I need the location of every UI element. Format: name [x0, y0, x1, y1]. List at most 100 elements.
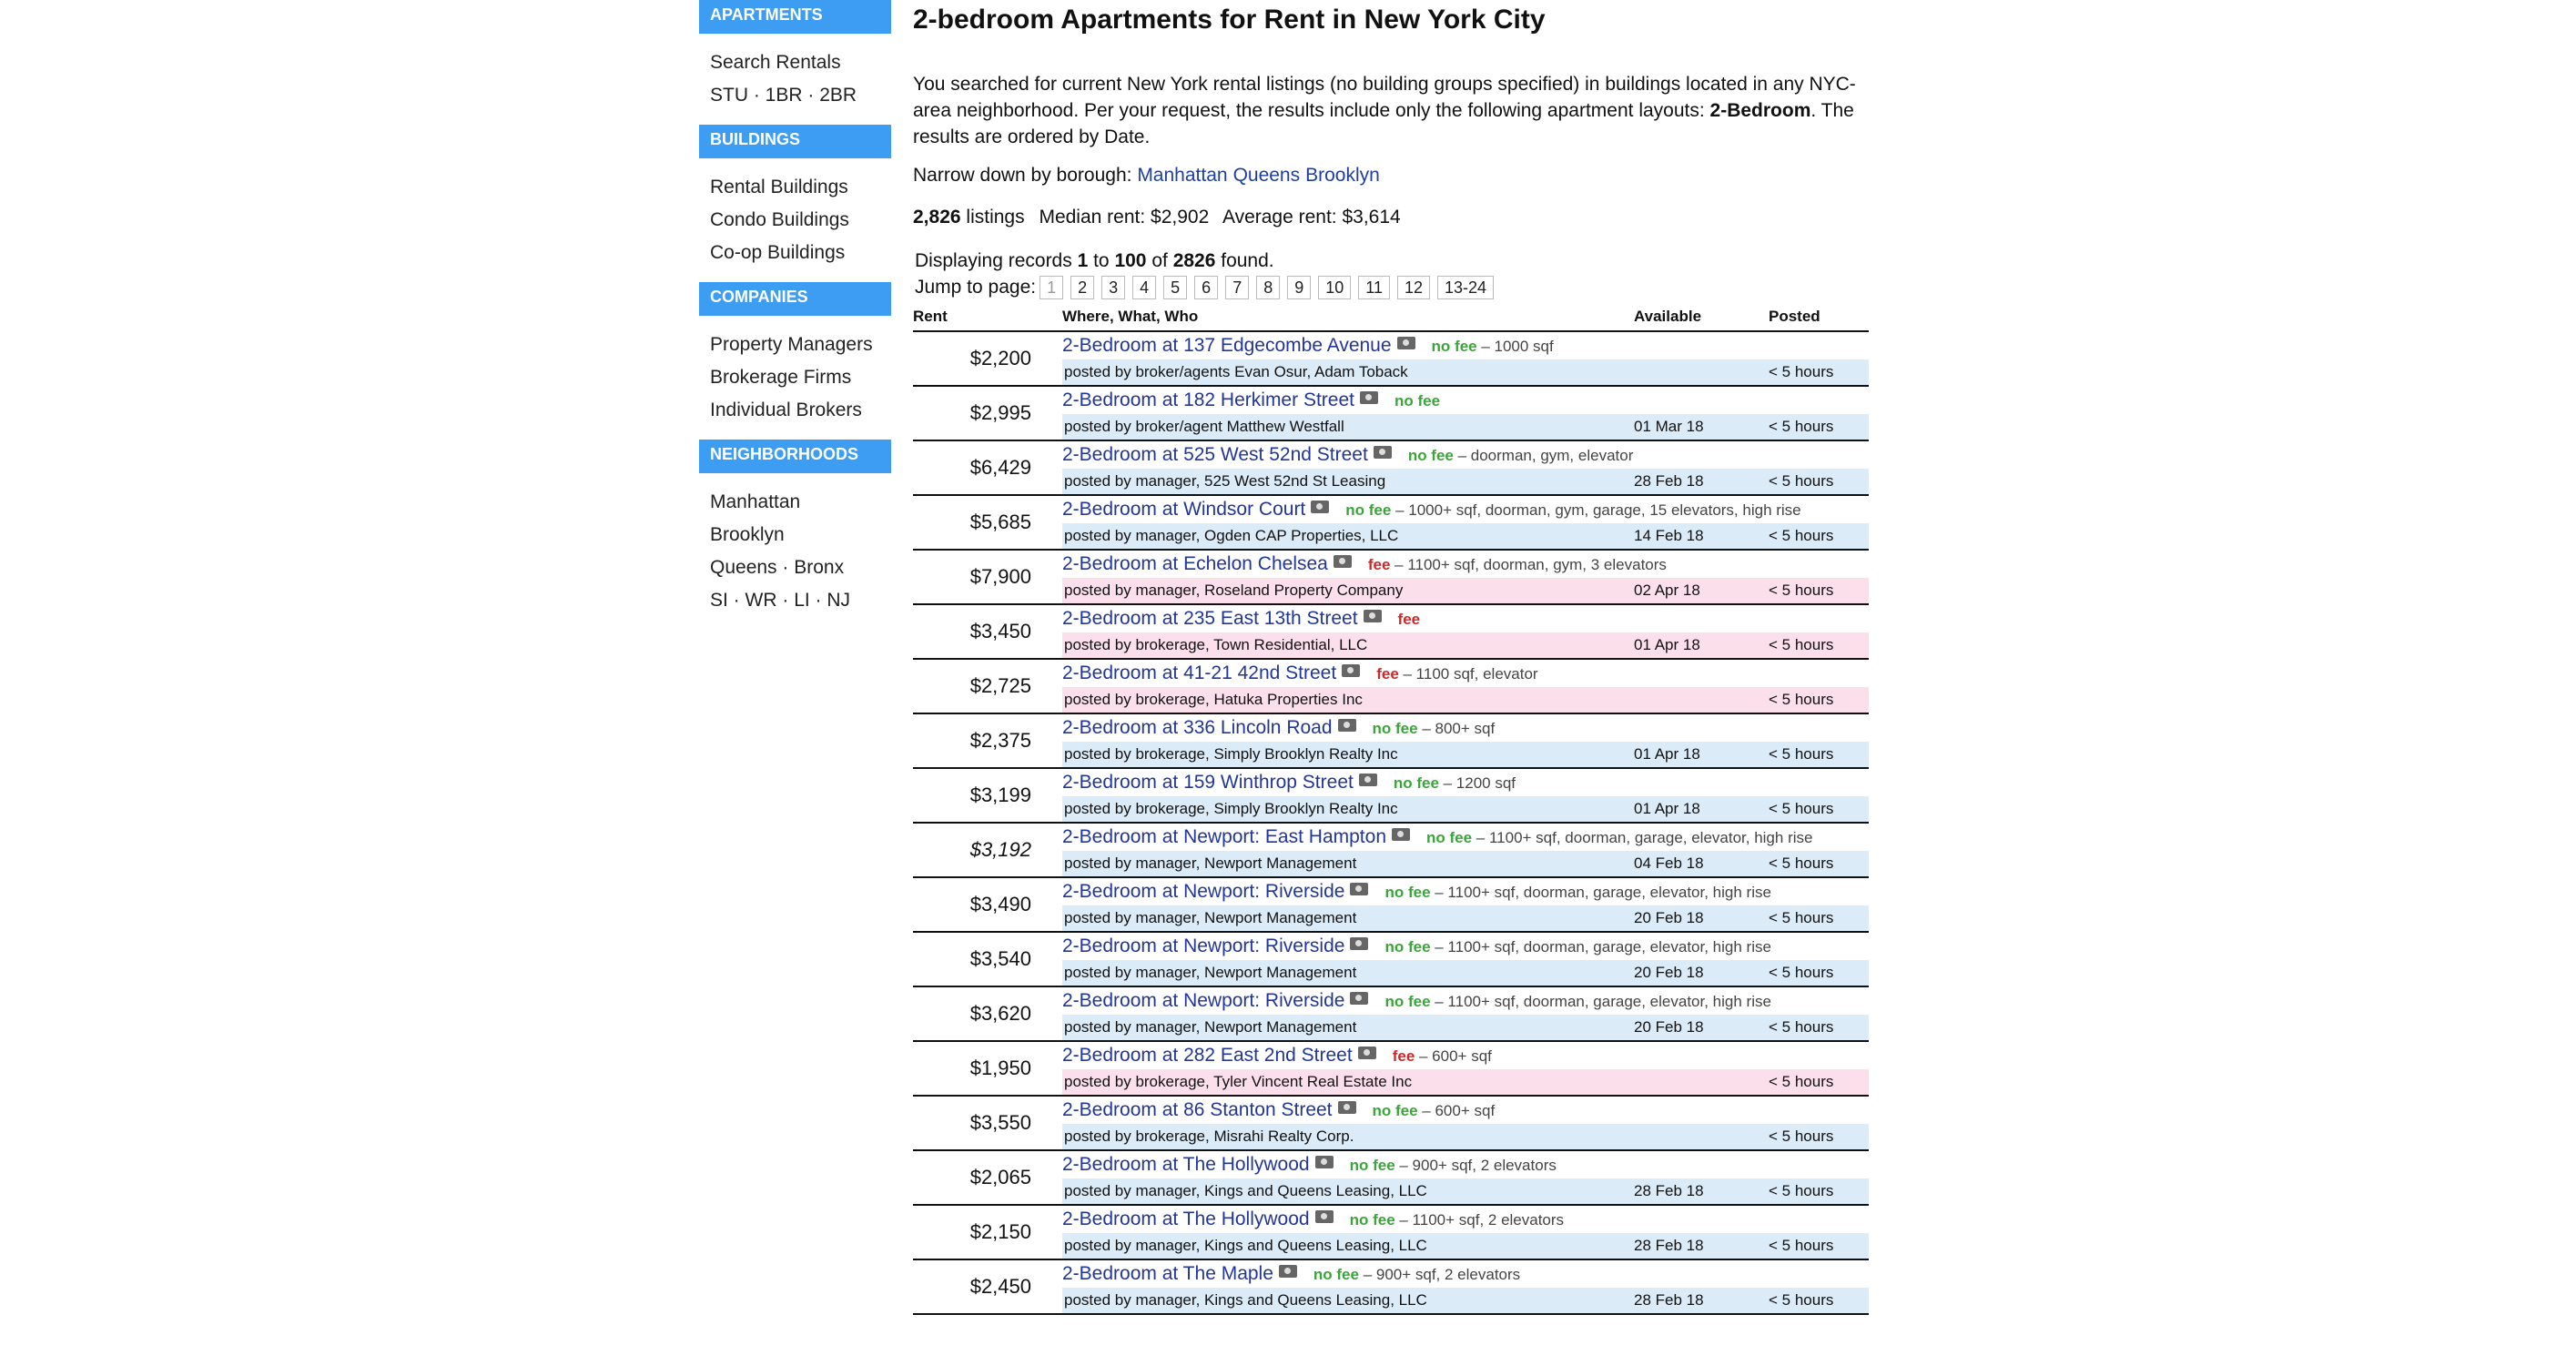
sidebar-link-1br[interactable]: 1BR: [766, 85, 803, 106]
camera-icon[interactable]: [1333, 555, 1352, 568]
page-button-8[interactable]: 8: [1256, 276, 1281, 299]
page-button-9[interactable]: 9: [1287, 276, 1312, 299]
listing-features: – 1100+ sqf, 2 elevators: [1394, 1211, 1565, 1229]
sidebar-line: Manhattan: [710, 486, 891, 519]
sidebar-link-nj[interactable]: NJ: [827, 590, 850, 611]
listing-posted: < 5 hours: [1769, 469, 1869, 495]
listing-link[interactable]: 2-Bedroom at 525 West 52nd Street: [1062, 444, 1368, 465]
page-button-6[interactable]: 6: [1194, 276, 1219, 299]
sidebar-link-individual-brokers[interactable]: Individual Brokers: [710, 399, 862, 420]
sidebar-link-brooklyn[interactable]: Brooklyn: [710, 524, 785, 545]
sidebar-link-brokerage-firms[interactable]: Brokerage Firms: [710, 367, 851, 388]
col-rent[interactable]: Rent: [913, 303, 1062, 332]
listing-row: $2,725 2-Bedroom at 41-21 42nd Street fee …: [913, 659, 1869, 697]
listing-link[interactable]: 2-Bedroom at 182 Herkimer Street: [1062, 389, 1354, 410]
page-button-12[interactable]: 12: [1396, 276, 1430, 299]
listing-link[interactable]: 2-Bedroom at 159 Winthrop Street: [1062, 772, 1354, 793]
page-button-11[interactable]: 11: [1358, 276, 1390, 299]
sidebar-link-co-op-buildings[interactable]: Co-op Buildings: [710, 242, 845, 263]
listing-link[interactable]: 2-Bedroom at The Maple: [1062, 1263, 1273, 1284]
listing-features: – 1100+ sqf, doorman, gym, 3 elevators: [1390, 556, 1667, 573]
page-button-2[interactable]: 2: [1070, 276, 1095, 299]
listing-posted: < 5 hours: [1769, 1288, 1869, 1314]
camera-icon[interactable]: [1314, 1210, 1334, 1223]
page-button-13-24[interactable]: 13-24: [1436, 276, 1495, 299]
sidebar-link-stu[interactable]: STU: [710, 85, 748, 106]
camera-icon[interactable]: [1314, 1156, 1334, 1168]
col-available[interactable]: Available: [1634, 303, 1769, 332]
camera-icon[interactable]: [1337, 719, 1356, 732]
camera-icon[interactable]: [1363, 610, 1382, 622]
camera-icon[interactable]: [1350, 992, 1369, 1005]
col-where[interactable]: Where, What, Who: [1062, 303, 1634, 332]
sidebar-link-search-rentals[interactable]: Search Rentals: [710, 52, 841, 73]
page-button-1[interactable]: 1: [1040, 276, 1064, 299]
borough-link-brooklyn[interactable]: Brooklyn: [1305, 165, 1380, 186]
listing-link[interactable]: 2-Bedroom at The Hollywood: [1062, 1154, 1310, 1175]
sidebar-link-condo-buildings[interactable]: Condo Buildings: [710, 209, 849, 230]
listing-link[interactable]: 2-Bedroom at Echelon Chelsea: [1062, 553, 1328, 574]
separator-dot: ·: [748, 85, 766, 106]
camera-icon[interactable]: [1278, 1265, 1297, 1278]
listing-link[interactable]: 2-Bedroom at Newport: Riverside: [1062, 881, 1344, 902]
separator-dot: ·: [776, 590, 795, 611]
listing-link[interactable]: 2-Bedroom at Newport: East Hampton: [1062, 826, 1386, 847]
sidebar-link-wr[interactable]: WR: [745, 590, 777, 611]
listing-link[interactable]: 2-Bedroom at 336 Lincoln Road: [1062, 717, 1333, 738]
camera-icon[interactable]: [1392, 828, 1410, 841]
camera-icon[interactable]: [1337, 1101, 1356, 1114]
page-title: 2-bedroom Apartments for Rent in New Yor…: [913, 5, 1546, 35]
col-posted[interactable]: Posted: [1769, 303, 1869, 332]
listing-features: – 1100+ sqf, doorman, garage, elevator, …: [1430, 938, 1771, 956]
sidebar-link-bronx[interactable]: Bronx: [794, 557, 844, 578]
camera-icon[interactable]: [1373, 446, 1392, 459]
page-button-7[interactable]: 7: [1225, 276, 1250, 299]
listing-link[interactable]: 2-Bedroom at Newport: Riverside: [1062, 990, 1344, 1011]
listing-link[interactable]: 2-Bedroom at 235 East 13th Street: [1062, 608, 1358, 629]
listing-rent: $2,065: [969, 1166, 1031, 1188]
sidebar-list: Manhattan Brooklyn Queens · Bronx SI · WR ·…: [699, 473, 891, 630]
separator-dot: ·: [727, 590, 745, 611]
camera-icon[interactable]: [1342, 664, 1361, 677]
page-button-5[interactable]: 5: [1163, 276, 1188, 299]
listing-link[interactable]: 2-Bedroom at 137 Edgecombe Avenue: [1062, 335, 1392, 356]
listing-link[interactable]: 2-Bedroom at Windsor Court: [1062, 499, 1305, 520]
sidebar-link-manhattan[interactable]: Manhattan: [710, 491, 800, 512]
listing-rent: $2,200: [969, 347, 1031, 369]
fee-badge: fee: [1397, 611, 1421, 628]
page-button-3[interactable]: 3: [1101, 276, 1126, 299]
listing-link[interactable]: 2-Bedroom at 282 East 2nd Street: [1062, 1045, 1353, 1066]
borough-link-manhattan[interactable]: Manhattan: [1137, 165, 1227, 186]
camera-icon[interactable]: [1396, 337, 1415, 349]
sidebar-link-queens[interactable]: Queens: [710, 557, 777, 578]
listing-available: 20 Feb 18: [1634, 905, 1769, 932]
sidebar-header-companies: COMPANIES: [699, 282, 891, 316]
page-button-10[interactable]: 10: [1318, 276, 1352, 299]
camera-icon[interactable]: [1311, 501, 1330, 513]
listing-poster: posted by manager, Newport Management: [1062, 905, 1634, 932]
listing-poster: posted by manager, Ogden CAP Properties,…: [1062, 523, 1634, 550]
camera-icon[interactable]: [1350, 883, 1369, 895]
listing-link[interactable]: 2-Bedroom at 86 Stanton Street: [1062, 1099, 1333, 1120]
sidebar-line: STU · 1BR · 2BR: [710, 79, 891, 112]
listing-link[interactable]: 2-Bedroom at The Hollywood: [1062, 1208, 1310, 1229]
sidebar-link-si[interactable]: SI: [710, 590, 728, 611]
sidebar-link-2br[interactable]: 2BR: [819, 85, 857, 106]
borough-link-queens[interactable]: Queens: [1233, 165, 1301, 186]
camera-icon[interactable]: [1358, 774, 1377, 786]
camera-icon[interactable]: [1359, 391, 1378, 404]
listing-row: $2,065 2-Bedroom at The Hollywood no fee –…: [913, 1150, 1869, 1188]
listing-link[interactable]: 2-Bedroom at 41-21 42nd Street: [1062, 662, 1336, 683]
listing-rent: $3,192: [969, 838, 1031, 861]
sidebar-link-li[interactable]: LI: [794, 590, 810, 611]
listing-rent: $2,995: [969, 401, 1031, 424]
sidebar-link-rental-buildings[interactable]: Rental Buildings: [710, 177, 848, 197]
sidebar-list: Property Managers Brokerage Firms Individu…: [699, 316, 891, 440]
page-button-4[interactable]: 4: [1132, 276, 1157, 299]
listing-posted: < 5 hours: [1769, 1015, 1869, 1041]
camera-icon[interactable]: [1350, 937, 1369, 950]
sidebar-link-property-managers[interactable]: Property Managers: [710, 334, 873, 355]
listing-row: $2,450 2-Bedroom at The Maple no fee – 900…: [913, 1259, 1869, 1298]
camera-icon[interactable]: [1357, 1047, 1376, 1059]
listing-link[interactable]: 2-Bedroom at Newport: Riverside: [1062, 935, 1344, 956]
